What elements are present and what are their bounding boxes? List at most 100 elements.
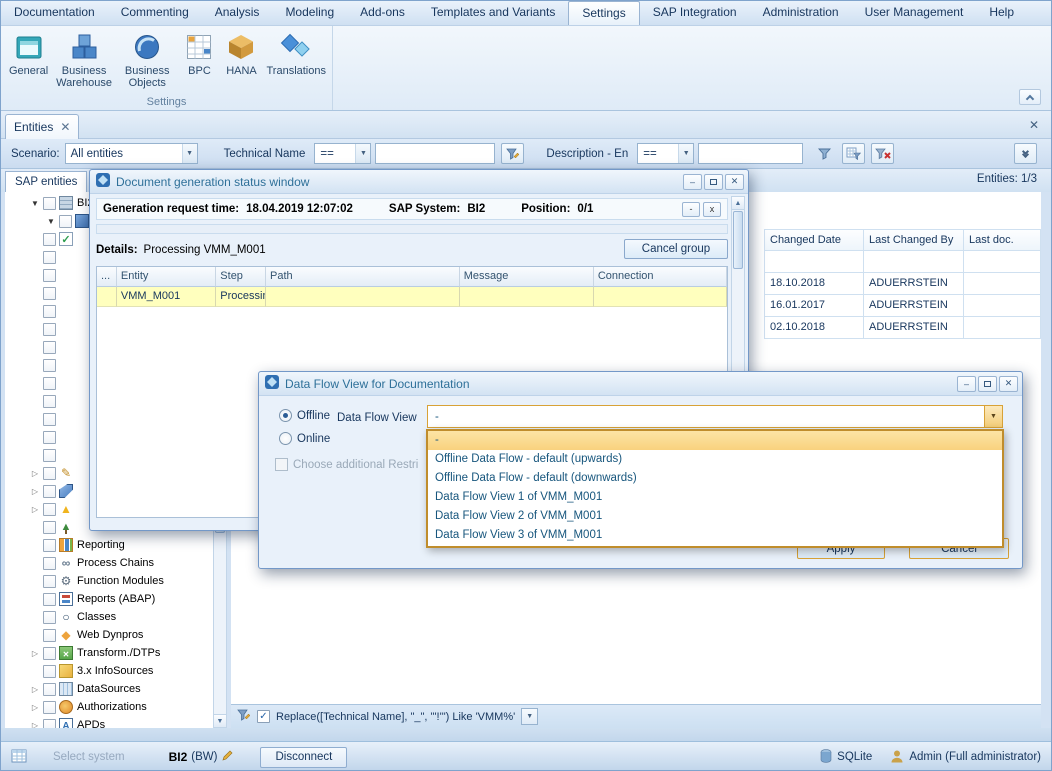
scenario-select[interactable]: All entities ▼ <box>65 143 198 164</box>
select-system-button[interactable]: Select system <box>53 751 125 763</box>
status-grid-header-cell[interactable]: Path <box>266 267 460 287</box>
tree-item-apds[interactable]: ▷APDs <box>5 716 213 728</box>
chevron-down-icon[interactable]: ▼ <box>355 144 370 163</box>
menu-item-help[interactable]: Help <box>976 1 1027 25</box>
ribbon-button-translations[interactable]: Translations <box>262 28 330 79</box>
tree-checkbox[interactable] <box>43 485 56 498</box>
collapse-arrow-icon[interactable]: ▼ <box>27 199 43 208</box>
dialog-title-bar[interactable]: Document generation status window – ✕ <box>90 170 748 194</box>
expand-arrow-icon[interactable]: ▷ <box>27 721 43 729</box>
expand-arrow-icon[interactable]: ▷ <box>27 469 43 478</box>
database-label[interactable]: SQLite <box>837 751 872 763</box>
close-button[interactable]: ✕ <box>999 376 1018 392</box>
technical-name-operator-select[interactable]: == ▼ <box>314 143 371 164</box>
minimize-button[interactable]: – <box>957 376 976 392</box>
ribbon-button-general[interactable]: General <box>5 28 52 79</box>
scroll-down-icon[interactable]: ▼ <box>214 714 226 727</box>
ribbon-button-business-warehouse[interactable]: Business Warehouse <box>52 28 116 91</box>
tree-checkbox[interactable] <box>43 701 56 714</box>
filter-edit-button[interactable] <box>501 143 524 164</box>
menu-item-modeling[interactable]: Modeling <box>272 1 347 25</box>
tree-item-datasources[interactable]: ▷DataSources <box>5 680 213 698</box>
menu-item-documentation[interactable]: Documentation <box>1 1 108 25</box>
status-grid-header-cell[interactable]: Step <box>216 267 266 287</box>
filter-apply-button[interactable] <box>813 143 836 164</box>
tree-checkbox[interactable] <box>43 521 56 534</box>
tree-checkbox[interactable] <box>43 269 56 282</box>
tree-item-process-chains[interactable]: Process Chains <box>5 554 213 572</box>
tree-item-web-dynpros[interactable]: Web Dynpros <box>5 626 213 644</box>
tree-checkbox[interactable] <box>43 251 56 264</box>
grid-icon[interactable] <box>11 749 27 766</box>
menu-item-add-ons[interactable]: Add-ons <box>347 1 418 25</box>
tree-checkbox[interactable] <box>43 665 56 678</box>
tree-checkbox[interactable] <box>43 647 56 660</box>
description-input[interactable] <box>698 143 803 164</box>
tree-checkbox[interactable] <box>43 287 56 300</box>
minimize-button[interactable]: – <box>683 174 702 190</box>
dropdown-option-offline-data-flow-default-upwards[interactable]: Offline Data Flow - default (upwards) <box>428 450 1002 469</box>
tabbar-close-icon[interactable]: ✕ <box>1029 118 1039 132</box>
menu-item-administration[interactable]: Administration <box>750 1 852 25</box>
tree-checkbox[interactable] <box>43 233 56 246</box>
tree-checkbox[interactable] <box>43 629 56 642</box>
tree-checkbox[interactable] <box>43 557 56 570</box>
tree-checkbox[interactable] <box>43 611 56 624</box>
tree-checkbox[interactable] <box>43 413 56 426</box>
group-minimize-button[interactable]: - <box>682 202 700 217</box>
tree-checkbox[interactable] <box>43 539 56 552</box>
dropdown-option-offline-data-flow-default-downwards[interactable]: Offline Data Flow - default (downwards) <box>428 469 1002 488</box>
tree-checkbox[interactable] <box>43 503 56 516</box>
tree-item-3-x-infosources[interactable]: 3.x InfoSources <box>5 662 213 680</box>
tree-item-reporting[interactable]: Reporting <box>5 536 213 554</box>
filter-table-button[interactable] <box>842 143 865 164</box>
expand-arrow-icon[interactable]: ▷ <box>27 487 43 496</box>
expand-arrow-icon[interactable]: ▷ <box>27 505 43 514</box>
cancel-group-button[interactable]: Cancel group <box>624 239 728 259</box>
close-button[interactable]: ✕ <box>725 174 744 190</box>
status-grid-header-cell[interactable]: Entity <box>117 267 216 287</box>
grid-header-cell[interactable]: Last doc. <box>964 229 1041 251</box>
tree-item-transform-dtps[interactable]: ▷Transform./DTPs <box>5 644 213 662</box>
status-grid-header-cell[interactable]: ... <box>97 267 117 287</box>
status-grid-header-cell[interactable]: Connection <box>594 267 727 287</box>
tree-checkbox[interactable] <box>43 449 56 462</box>
ribbon-button-hana[interactable]: HANA <box>220 28 262 79</box>
tree-checkbox[interactable] <box>43 323 56 336</box>
tree-item-reports-abap[interactable]: Reports (ABAP) <box>5 590 213 608</box>
tab-entities[interactable]: Entities ✕ <box>5 114 79 139</box>
tree-checkbox[interactable] <box>43 431 56 444</box>
tree-checkbox[interactable] <box>43 683 56 696</box>
tab-close-icon[interactable]: ✕ <box>60 121 70 133</box>
tree-checkbox[interactable] <box>43 377 56 390</box>
tree-checkbox[interactable] <box>43 719 56 729</box>
description-operator-select[interactable]: == ▼ <box>637 143 694 164</box>
ribbon-collapse-button[interactable] <box>1019 89 1041 105</box>
expand-filter-panel-button[interactable] <box>1014 143 1037 164</box>
grid-header-cell[interactable]: Last Changed By <box>864 229 964 251</box>
dropdown-option-data-flow-view-3-of-vmm-m001[interactable]: Data Flow View 3 of VMM_M001 <box>428 526 1002 545</box>
tree-item-function-modules[interactable]: Function Modules <box>5 572 213 590</box>
disconnect-button[interactable]: Disconnect <box>260 747 347 768</box>
maximize-button[interactable] <box>978 376 997 392</box>
chevron-down-icon[interactable]: ▼ <box>984 406 1002 427</box>
scroll-up-icon[interactable]: ▲ <box>732 197 744 210</box>
tree-item-authorizations[interactable]: ▷Authorizations <box>5 698 213 716</box>
tree-checkbox[interactable] <box>43 575 56 588</box>
menu-item-commenting[interactable]: Commenting <box>108 1 202 25</box>
tree-checkbox[interactable] <box>43 467 56 480</box>
menu-item-analysis[interactable]: Analysis <box>202 1 273 25</box>
tree-checkbox[interactable] <box>43 197 56 210</box>
collapse-arrow-icon[interactable]: ▼ <box>43 217 59 226</box>
dropdown-option-item[interactable]: - <box>428 431 1002 450</box>
group-close-button[interactable]: x <box>703 202 721 217</box>
dialog-title-bar[interactable]: Data Flow View for Documentation – ✕ <box>259 372 1022 396</box>
technical-name-input[interactable] <box>375 143 495 164</box>
status-grid-header-cell[interactable]: Message <box>460 267 594 287</box>
menu-item-sap-integration[interactable]: SAP Integration <box>640 1 750 25</box>
scroll-thumb[interactable] <box>733 211 743 269</box>
choose-additional-restrictions-checkbox[interactable]: Choose additional Restri <box>275 458 427 471</box>
status-grid-row[interactable]: VMM_M001Processing <box>97 287 727 307</box>
expand-arrow-icon[interactable]: ▷ <box>27 685 43 694</box>
chevron-down-icon[interactable]: ▼ <box>182 144 197 163</box>
